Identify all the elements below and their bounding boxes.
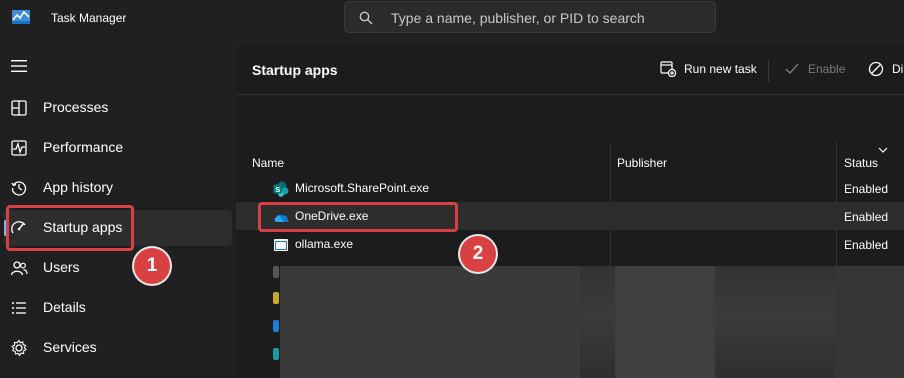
sharepoint-icon: S [273,181,289,197]
performance-icon [11,140,27,156]
enable-button[interactable]: Enable [784,60,848,80]
sidebar-item-label: Performance [43,139,124,155]
partial-app-icon [273,292,279,304]
run-new-task-button[interactable]: Run new task [660,60,760,80]
blurred-block [835,266,904,378]
disable-button[interactable]: Di [868,60,904,80]
hamburger-menu-icon[interactable] [11,60,27,72]
blurred-block [615,266,715,378]
search-icon [359,11,373,25]
sidebar-item-label: Details [43,299,86,315]
table-row[interactable]: ollama.exe Enabled [236,230,904,258]
chevron-down-icon[interactable] [878,146,888,154]
toolbar-divider [768,60,769,82]
disable-label: Di [892,62,904,76]
row-name: ollama.exe [295,237,354,251]
sidebar-item-label: Processes [43,99,109,115]
search-input[interactable]: Type a name, publisher, or PID to search [391,10,645,26]
sidebar-item-users[interactable]: Users [4,250,232,286]
sidebar-item-label: Users [43,259,80,275]
ollama-icon [274,239,288,251]
row-status: Enabled [844,210,889,224]
partial-app-icon [273,266,279,278]
table-row[interactable]: S Microsoft.SharePoint.exe Enabled [236,174,904,202]
blurred-block [280,266,580,378]
svg-text:S: S [275,185,280,194]
row-status: Enabled [844,238,889,252]
checkmark-icon [785,63,799,75]
run-new-task-icon [660,61,676,77]
sidebar-item-performance[interactable]: Performance [4,130,232,166]
app-history-icon [11,181,27,196]
toolbar-separator [236,94,904,95]
sidebar-item-label: Services [43,339,97,355]
disable-icon [868,61,884,77]
callout-badge-1: 1 [134,248,170,284]
services-icon [11,339,27,357]
callout-box-onedrive [258,202,458,232]
enable-label: Enable [808,62,846,76]
users-icon [10,261,28,276]
sidebar-item-label: App history [43,179,114,195]
sidebar-item-processes[interactable]: Processes [4,90,232,126]
partial-app-icon [273,320,279,332]
task-manager-icon [12,10,30,24]
search-box[interactable]: Type a name, publisher, or PID to search [344,1,716,33]
callout-badge-2: 2 [460,236,496,272]
sidebar-item-details[interactable]: Details [4,290,232,326]
column-header-publisher[interactable]: Publisher [617,156,667,170]
details-icon [12,302,26,314]
column-header-status[interactable]: Status [844,156,878,170]
blurred-region [280,266,904,378]
processes-icon [11,100,27,116]
app-title: Task Manager [51,11,127,25]
row-name: Microsoft.SharePoint.exe [295,181,430,195]
callout-box-startup-apps [6,205,134,251]
run-new-task-label: Run new task [684,62,757,76]
column-header-name[interactable]: Name [252,156,284,170]
page-title: Startup apps [252,62,338,78]
sidebar-item-services[interactable]: Services [4,330,232,366]
sidebar-item-app-history[interactable]: App history [4,170,232,206]
partial-app-icon [273,348,279,360]
row-status: Enabled [844,182,889,196]
title-bar: Task Manager Type a name, publisher, or … [0,0,904,40]
